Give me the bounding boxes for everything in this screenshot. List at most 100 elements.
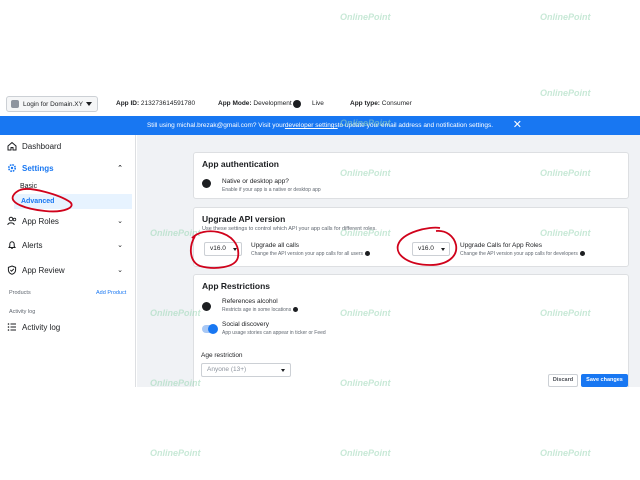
desc-text: Change the API version your app calls fo… xyxy=(251,251,364,257)
sidebar-item-label: Settings xyxy=(22,163,54,173)
app-type-label: App type: xyxy=(350,100,380,107)
social-discovery-desc: App usage stories can appear in ticker o… xyxy=(222,330,326,336)
watermark: OnlinePoint xyxy=(150,308,201,318)
watermark: OnlinePoint xyxy=(340,378,391,388)
app-mode: App Mode: Development xyxy=(218,100,292,107)
upgrade-all-calls-label: Upgrade all calls xyxy=(251,242,300,249)
sidebar-item-label: Activity log xyxy=(22,322,61,332)
sidebar-subitem-basic[interactable]: Basic xyxy=(20,183,37,190)
alcohol-label: References alcohol xyxy=(222,298,278,305)
app-mode-toggle[interactable] xyxy=(293,100,301,108)
products-section-label: Products xyxy=(9,290,31,296)
select-value: Anyone (13+) xyxy=(207,366,247,373)
discard-button[interactable]: Discard xyxy=(548,374,578,387)
toggle-knob xyxy=(208,324,218,334)
card-title: App authentication xyxy=(202,159,279,169)
add-product-link[interactable]: Add Product xyxy=(96,290,126,296)
sidebar-item-settings[interactable]: Settings ⌃ xyxy=(7,163,129,173)
sidebar-item-label: Dashboard xyxy=(22,141,62,151)
watermark: OnlinePoint xyxy=(540,228,591,238)
sidebar-item-app-review[interactable]: App Review ⌄ xyxy=(7,265,129,275)
caret-down-icon xyxy=(281,369,285,372)
caret-down-icon xyxy=(441,248,445,251)
sidebar-item-activity-log[interactable]: Activity log xyxy=(7,322,129,332)
age-restriction-select[interactable]: Anyone (13+) xyxy=(201,363,291,377)
chevron-down-icon: ⌄ xyxy=(117,218,123,225)
watermark: OnlinePoint xyxy=(340,12,391,22)
shield-check-icon xyxy=(7,265,17,275)
close-icon[interactable]: ✕ xyxy=(513,119,522,132)
list-icon xyxy=(7,323,16,331)
sidebar-subitem-advanced[interactable]: Advanced xyxy=(14,194,132,209)
home-icon xyxy=(7,141,17,151)
app-selector-dropdown[interactable]: Login for Domain.XY xyxy=(6,96,98,112)
activity-log-section-label: Activity log xyxy=(9,309,36,315)
watermark: OnlinePoint xyxy=(540,308,591,318)
sidebar-item-app-roles[interactable]: App Roles ⌄ xyxy=(7,216,129,226)
toggle-knob xyxy=(202,302,211,311)
people-icon xyxy=(7,216,17,226)
info-icon[interactable] xyxy=(365,251,371,257)
watermark: OnlinePoint xyxy=(150,448,201,458)
chevron-up-icon: ⌃ xyxy=(117,165,123,172)
save-changes-button[interactable]: Save changes xyxy=(581,374,628,387)
social-discovery-label: Social discovery xyxy=(222,321,269,328)
sidebar-item-label: App Review xyxy=(22,265,65,275)
bell-icon xyxy=(8,241,16,249)
app-id-value: 213273614591780 xyxy=(140,100,196,107)
sidebar-item-label: Alerts xyxy=(22,240,43,250)
app-icon xyxy=(11,100,19,108)
sidebar: Dashboard Settings ⌃ xyxy=(0,135,136,387)
watermark: OnlinePoint xyxy=(540,448,591,458)
alcohol-toggle[interactable] xyxy=(202,302,217,311)
chevron-down-icon: ⌄ xyxy=(117,242,123,249)
watermark: OnlinePoint xyxy=(340,228,391,238)
desc-text: Change the API version your app calls fo… xyxy=(460,251,578,257)
chevron-down-icon: ⌄ xyxy=(117,267,123,274)
caret-down-icon xyxy=(86,102,92,106)
developer-settings-link[interactable]: developer settings xyxy=(285,122,338,129)
toggle-knob xyxy=(202,179,211,188)
upgrade-all-calls-desc: Change the API version your app calls fo… xyxy=(251,251,371,257)
watermark: OnlinePoint xyxy=(340,308,391,318)
native-desktop-toggle[interactable] xyxy=(202,179,217,188)
native-desktop-desc: Enable if your app is a native or deskto… xyxy=(222,187,321,193)
desc-text: Restricts age in some locations xyxy=(222,307,292,313)
app-type-value: Consumer xyxy=(381,100,412,107)
watermark: OnlinePoint xyxy=(340,168,391,178)
watermark: OnlinePoint xyxy=(340,448,391,458)
select-value: v16.0 xyxy=(210,245,226,252)
upgrade-roles-desc: Change the API version your app calls fo… xyxy=(460,251,585,257)
info-icon[interactable] xyxy=(579,251,585,257)
upgrade-roles-select[interactable]: v16.0 xyxy=(412,242,450,256)
caret-down-icon xyxy=(233,248,237,251)
app-mode-live: Live xyxy=(312,100,324,107)
watermark: OnlinePoint xyxy=(540,12,591,22)
app-mode-value: Development xyxy=(253,100,292,107)
screenshot-stage: Login for Domain.XY App ID: 213273614591… xyxy=(0,0,640,480)
card-title: App Restrictions xyxy=(202,281,271,291)
select-value: v16.0 xyxy=(418,245,434,252)
watermark: OnlinePoint xyxy=(540,168,591,178)
watermark: OnlinePoint xyxy=(150,228,201,238)
app-type: App type: Consumer xyxy=(350,100,412,107)
watermark: OnlinePoint xyxy=(340,118,391,128)
alcohol-desc: Restricts age in some locations xyxy=(222,307,299,313)
age-restriction-label: Age restriction xyxy=(201,352,243,359)
app-mode-label: App Mode: xyxy=(218,100,252,107)
gear-icon xyxy=(7,163,17,173)
info-icon[interactable] xyxy=(293,307,299,313)
card-title: Upgrade API version xyxy=(202,214,286,224)
social-discovery-toggle[interactable] xyxy=(202,324,218,334)
watermark: OnlinePoint xyxy=(540,88,591,98)
upgrade-all-calls-select[interactable]: v16.0 xyxy=(204,242,242,256)
sidebar-item-label: App Roles xyxy=(22,216,59,226)
upgrade-roles-label: Upgrade Calls for App Roles xyxy=(460,242,543,249)
sidebar-item-dashboard[interactable]: Dashboard xyxy=(7,141,129,151)
sidebar-item-alerts[interactable]: Alerts ⌄ xyxy=(7,240,129,250)
email-notice-banner: Still using michal.brezak@gmail.com? Vis… xyxy=(0,116,640,135)
native-desktop-label: Native or desktop app? xyxy=(222,178,289,185)
watermark: OnlinePoint xyxy=(150,378,201,388)
banner-text-before: Still using michal.brezak@gmail.com? Vis… xyxy=(146,122,285,129)
app-id: App ID: 213273614591780 xyxy=(116,100,195,107)
